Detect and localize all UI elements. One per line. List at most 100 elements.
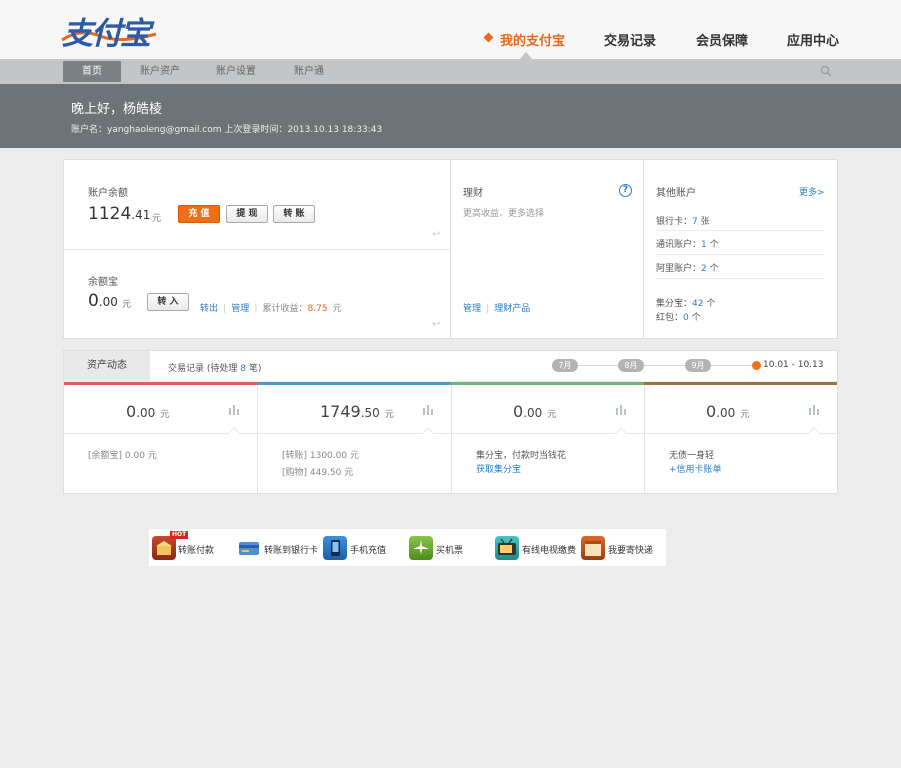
wealth-title: 理财 [463, 188, 483, 199]
transfer-in-button[interactable]: 转 入 [147, 293, 189, 311]
col1-amount: 0.00 元 [126, 402, 169, 421]
subnav-account-settings[interactable]: 账户设置 [206, 59, 266, 84]
separator: | [254, 304, 258, 314]
account-email: yanghaoleng@gmail.com [107, 125, 222, 135]
col4-unit: 元 [740, 410, 750, 420]
current-range-dot-icon [752, 361, 761, 370]
col1-int: 0 [126, 402, 137, 421]
jifenbao-color-bar [451, 382, 644, 385]
jifenbao-count[interactable]: 42 [692, 299, 703, 309]
hongbao-row[interactable]: 红包：0 个 [656, 310, 701, 323]
bank-card-row[interactable]: 银行卡：7 张 [656, 214, 710, 227]
service-mobile-recharge[interactable]: 手机充值 [350, 543, 386, 556]
mobile-recharge-icon[interactable] [323, 536, 347, 560]
get-jifenbao-link[interactable]: 获取集分宝 [476, 462, 521, 475]
records-label-end: 笔) [248, 364, 262, 374]
wealth-manage-link[interactable]: 管理 [463, 304, 481, 314]
hongbao-unit: 个 [691, 313, 701, 323]
balance-amount: 1124.41 [88, 204, 150, 224]
col4-dec: .00 [716, 406, 736, 420]
telecom-count[interactable]: 1 [701, 240, 707, 250]
bar-chart-icon[interactable] [422, 403, 434, 415]
bank-card-count[interactable]: 7 [692, 217, 698, 227]
nav-app-center[interactable]: 应用中心 [787, 30, 839, 49]
service-cable-tv[interactable]: 有线电视缴费 [522, 543, 576, 556]
balance-dec: .41 [131, 208, 151, 222]
column-divider [644, 385, 645, 493]
hongbao-count[interactable]: 0 [683, 313, 689, 323]
manage-link[interactable]: 管理 [231, 304, 249, 314]
divider [656, 278, 825, 279]
column-divider [451, 385, 452, 493]
transfer-button[interactable]: 转 账 [273, 205, 315, 223]
service-bank-transfer[interactable]: 转账到银行卡 [264, 543, 318, 556]
month-pill-september[interactable]: 9月 [685, 359, 711, 372]
col2-amount: 1749.50 元 [320, 402, 394, 421]
separator: | [223, 304, 227, 314]
service-express-delivery[interactable]: 我要寄快递 [608, 543, 653, 556]
subnav-account-pass[interactable]: 账户通 [282, 59, 336, 84]
refresh-icon[interactable]: ↩ [432, 229, 440, 240]
telecom-account-row[interactable]: 通讯账户：1 个 [656, 237, 719, 250]
service-flight-ticket[interactable]: 买机票 [436, 543, 463, 556]
account-info: 账户名：yanghaoleng@gmail.com 上次登录时间：2013.10… [71, 122, 382, 135]
credit-color-bar [644, 382, 837, 385]
col2-detail-shopping: [购物] 449.50 元 [282, 468, 354, 478]
alipay-logo[interactable]: 支付宝 [62, 8, 151, 53]
divider [64, 433, 837, 434]
other-accounts-title: 其他账户 [656, 188, 696, 199]
transfer-pay-icon[interactable] [152, 536, 176, 560]
tab-transaction-records[interactable]: 交易记录 (待处理 8 笔) [168, 361, 261, 374]
service-transfer-pay[interactable]: 转账付款 [178, 543, 214, 556]
earnings-value: 8.75 [307, 304, 328, 314]
bank-card-transfer-icon[interactable] [237, 536, 261, 560]
jifenbao-row[interactable]: 集分宝：42 个 [656, 296, 715, 309]
telecom-unit: 个 [709, 240, 719, 250]
account-label: 账户名： [71, 125, 108, 135]
separator: | [486, 304, 490, 314]
current-date-range[interactable]: 10.01 - 10.13 [763, 360, 824, 370]
refresh-icon[interactable]: ↩ [432, 319, 440, 330]
tab-asset-dynamics[interactable]: 资产动态 [64, 351, 150, 381]
col4-detail: 无债一身轻 [669, 451, 715, 461]
bar-chart-icon[interactable] [808, 403, 820, 415]
ali-unit: 个 [709, 264, 719, 274]
help-icon[interactable]: ? [619, 184, 632, 197]
search-icon[interactable] [820, 65, 832, 77]
more-link[interactable]: 更多> [799, 185, 825, 198]
wealth-products-link[interactable]: 理财产品 [494, 304, 530, 314]
yuebao-int: 0 [88, 291, 99, 311]
nav-member-protection[interactable]: 会员保障 [696, 30, 748, 49]
col3-unit: 元 [547, 410, 557, 420]
subnav-account-assets[interactable]: 账户资产 [130, 59, 190, 84]
yuebao-actions: 转出 | 管理 | 累计收益：8.75 元 [200, 296, 342, 315]
withdraw-button[interactable]: 提 现 [226, 205, 268, 223]
month-pill-july[interactable]: 7月 [552, 359, 578, 372]
hot-badge: HOT [170, 531, 189, 539]
bar-chart-icon[interactable] [228, 403, 240, 415]
express-delivery-icon[interactable] [581, 536, 605, 560]
bank-card-unit: 张 [700, 217, 710, 227]
bar-chart-icon[interactable] [615, 403, 627, 415]
subnav-home[interactable]: 首页 [63, 61, 121, 82]
ali-count[interactable]: 2 [701, 264, 707, 274]
transfer-out-link[interactable]: 转出 [200, 304, 218, 314]
last-login-time: 2013.10.13 18:33:43 [287, 125, 383, 135]
nav-transaction-records[interactable]: 交易记录 [604, 30, 656, 49]
balance-unit: 元 [152, 214, 162, 224]
yuebao-label: 余额宝 [88, 277, 118, 288]
cable-tv-icon[interactable] [495, 536, 519, 560]
month-pill-august[interactable]: 8月 [618, 359, 644, 372]
credit-card-bill-link[interactable]: +信用卡账单 [669, 462, 722, 475]
pending-count: 8 [240, 364, 246, 374]
recharge-button[interactable]: 充 值 [178, 205, 220, 223]
jifenbao-unit: 个 [706, 299, 716, 309]
telecom-label: 通讯账户： [656, 240, 702, 250]
ali-account-row[interactable]: 阿里账户：2 个 [656, 261, 719, 274]
balance-color-bar [64, 382, 257, 385]
wealth-actions: 管理 | 理财产品 [463, 296, 530, 315]
col2-unit: 元 [384, 410, 394, 420]
nav-my-alipay[interactable]: 我的支付宝 [500, 30, 565, 49]
airplane-ticket-icon[interactable] [409, 536, 433, 560]
timeline-track [552, 365, 752, 366]
